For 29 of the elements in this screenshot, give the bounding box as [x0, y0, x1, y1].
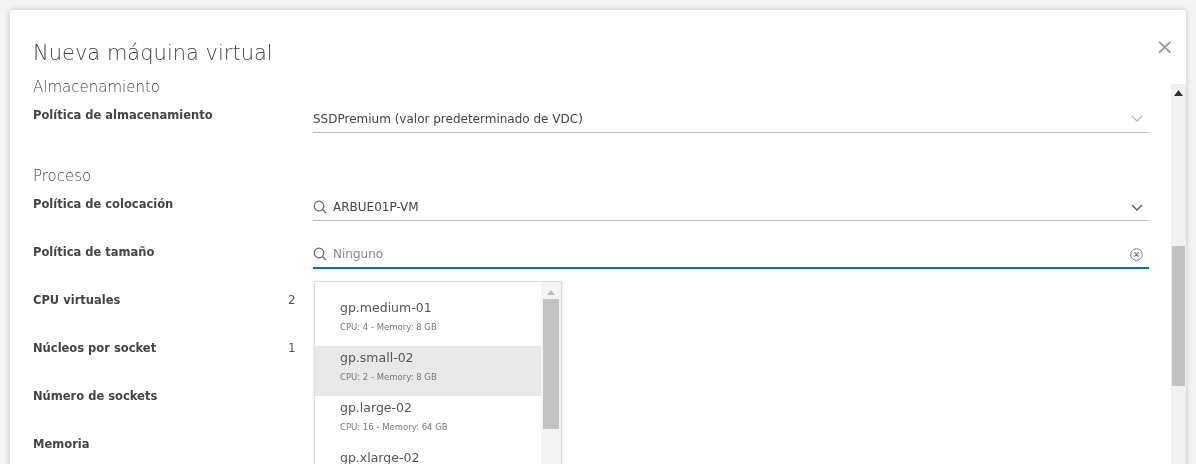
field-label: Política de almacenamiento — [33, 108, 213, 123]
field-label: Política de colocación — [33, 196, 174, 211]
scrollbar[interactable] — [1171, 84, 1186, 464]
field-label: Política de tamaño — [33, 244, 155, 259]
scroll-up-icon[interactable] — [1174, 90, 1183, 96]
field-label: Núcleos por socket — [33, 340, 157, 355]
dropdown-option[interactable]: gp.xlarge-02 — [315, 446, 541, 464]
field-value: 1 — [288, 341, 296, 355]
search-field[interactable]: Ninguno — [313, 245, 1149, 269]
scrollbar-thumb[interactable] — [1172, 246, 1185, 386]
clear-icon[interactable] — [1130, 247, 1143, 261]
section-heading: Almacenamiento — [33, 77, 161, 98]
caret-icon — [1131, 115, 1143, 122]
scrollbar[interactable] — [541, 282, 561, 464]
section-heading: Proceso — [33, 165, 93, 187]
search-input[interactable]: Ninguno — [333, 245, 1124, 263]
field-label: Número de sockets — [33, 388, 158, 403]
scrollbar-thumb[interactable] — [543, 299, 559, 429]
field-label: CPU virtuales — [33, 292, 121, 307]
field-value: 2 — [288, 293, 296, 307]
dropdown-option[interactable]: gp.small-02 CPU: 2 - Memory: 8 GB — [315, 346, 541, 396]
caret-icon — [1131, 203, 1143, 211]
search-icon — [313, 200, 327, 214]
field-label: Memoria — [33, 436, 90, 451]
dialog-title: Nueva máquina virtual — [32, 40, 274, 67]
select-field[interactable]: ARBUE01P-VM — [313, 198, 1149, 221]
search-icon — [313, 247, 327, 261]
dropdown-option[interactable]: gp.large-02 CPU: 16 - Memory: 64 GB — [315, 396, 541, 446]
dropdown-option[interactable]: gp.medium-01 CPU: 4 - Memory: 8 GB — [315, 296, 541, 346]
